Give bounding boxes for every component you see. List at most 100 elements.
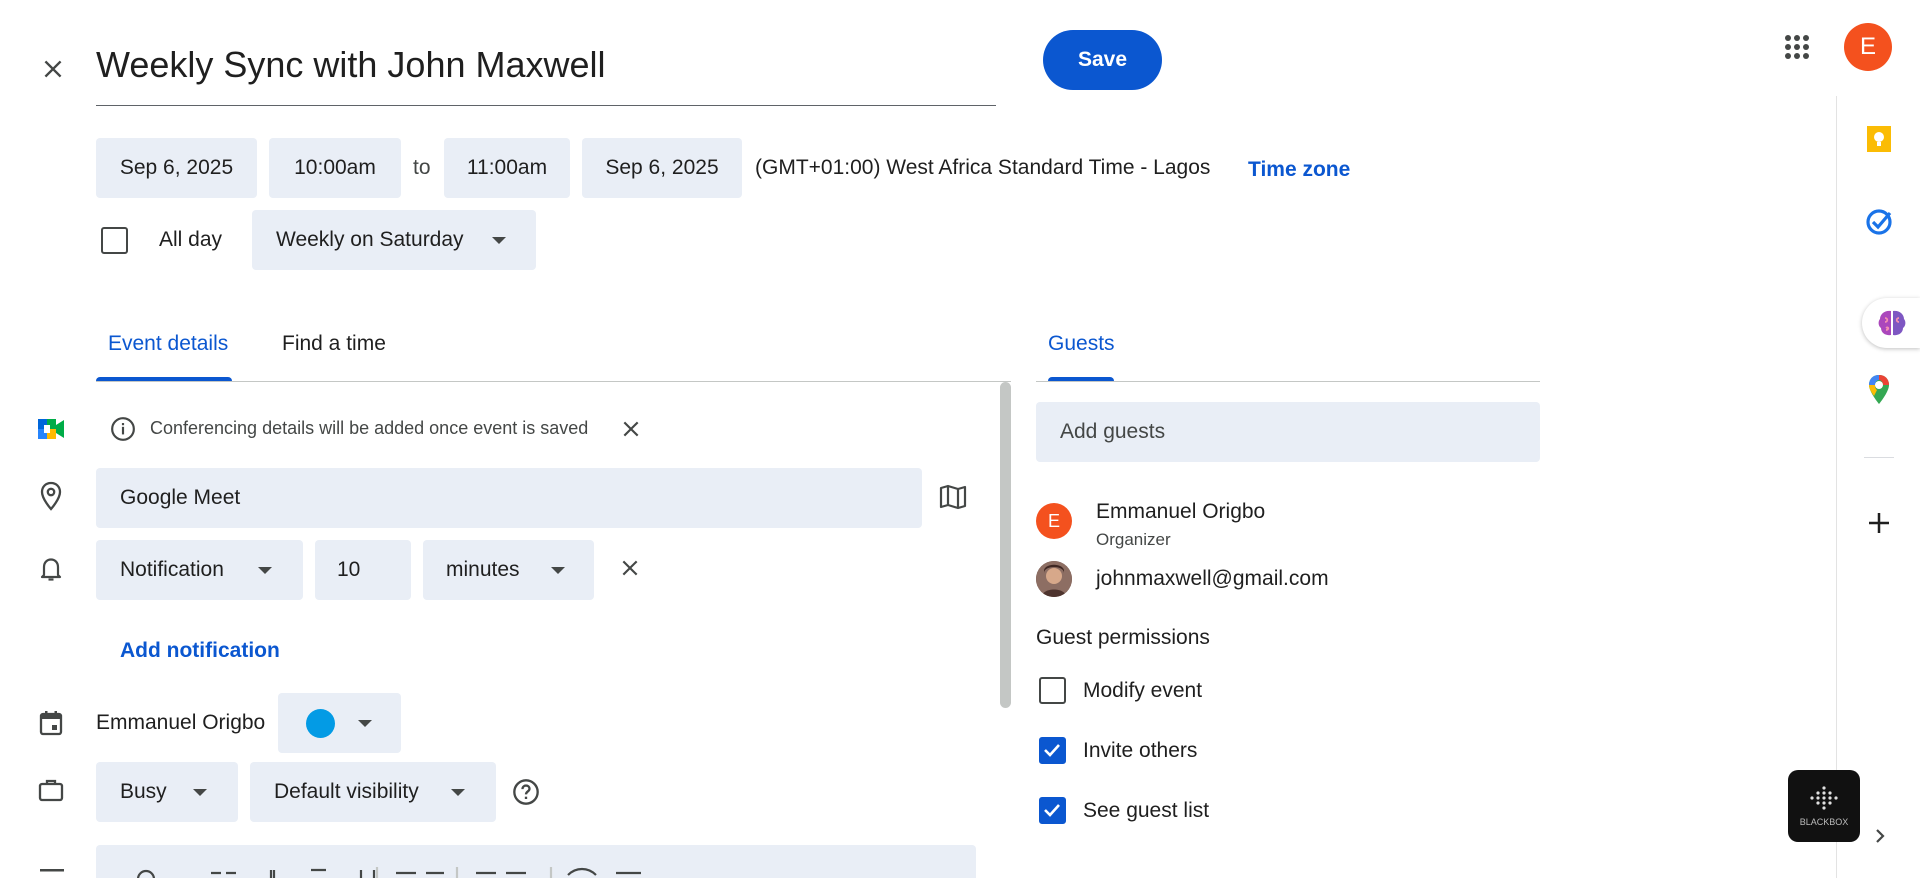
calendar-icon xyxy=(36,708,66,738)
add-guests-input[interactable]: Add guests xyxy=(1036,402,1540,462)
guests-tab-divider xyxy=(1036,381,1540,382)
end-date-text: Sep 6, 2025 xyxy=(605,156,719,179)
tab-find-a-time[interactable]: Find a time xyxy=(282,332,386,356)
location-input[interactable]: Google Meet xyxy=(96,468,922,528)
side-panel-separator xyxy=(1864,457,1894,458)
close-button[interactable] xyxy=(34,50,72,88)
chevron-down-icon xyxy=(492,237,506,244)
event-title-text: Weekly Sync with John Maxwell xyxy=(96,44,606,85)
guest-permissions-title: Guest permissions xyxy=(1036,626,1210,649)
start-date-button[interactable]: Sep 6, 2025 xyxy=(96,138,257,198)
end-time-button[interactable]: 11:00am xyxy=(444,138,570,198)
see-guest-list-checkbox[interactable] xyxy=(1039,797,1066,824)
help-button[interactable] xyxy=(511,777,541,807)
notification-type-text: Notification xyxy=(120,558,224,581)
apps-grid-icon xyxy=(1785,35,1809,59)
timezone-link[interactable]: Time zone xyxy=(1248,158,1350,182)
notification-unit-dropdown[interactable]: minutes xyxy=(423,540,594,600)
side-panel-divider xyxy=(1836,96,1837,878)
close-icon xyxy=(622,560,638,576)
event-color-dropdown[interactable] xyxy=(278,693,401,753)
save-button-label: Save xyxy=(1077,48,1128,71)
location-text: Google Meet xyxy=(120,486,241,509)
event-title-input[interactable]: Weekly Sync with John Maxwell xyxy=(96,40,996,106)
details-scrollbar[interactable] xyxy=(1000,382,1011,708)
notification-value-text: 10 xyxy=(337,558,361,581)
start-time-button[interactable]: 10:00am xyxy=(269,138,401,198)
map-icon xyxy=(939,484,967,510)
chevron-down-icon xyxy=(193,789,207,796)
notification-value-input[interactable]: 10 xyxy=(315,540,411,600)
guest-avatar-letter: E xyxy=(1047,510,1060,531)
start-time-text: 10:00am xyxy=(294,156,376,179)
description-icon xyxy=(38,866,66,878)
recurrence-dropdown[interactable]: Weekly on Saturday xyxy=(252,210,536,270)
maps-icon xyxy=(1869,375,1889,404)
recurrence-text: Weekly on Saturday xyxy=(276,228,464,251)
all-day-checkbox[interactable] xyxy=(101,227,128,254)
conferencing-note: Conferencing details will be added once … xyxy=(150,418,589,438)
maps-button[interactable] xyxy=(1862,372,1896,408)
notification-unit-text: minutes xyxy=(446,558,520,581)
add-notification-link[interactable]: Add notification xyxy=(120,639,280,663)
blackbox-label: BLACKBOX xyxy=(1799,817,1849,827)
event-color-swatch xyxy=(306,709,335,738)
checkmark-icon xyxy=(1044,804,1060,817)
google-meet-icon xyxy=(36,414,66,444)
chevron-down-icon xyxy=(551,567,565,574)
to-label: to xyxy=(413,156,431,179)
tasks-icon xyxy=(1866,209,1892,235)
end-date-button[interactable]: Sep 6, 2025 xyxy=(582,138,742,198)
chevron-right-icon xyxy=(1876,829,1885,843)
chevron-down-icon xyxy=(358,720,372,727)
location-pin-icon xyxy=(36,480,66,512)
add-icon xyxy=(1869,513,1889,533)
modify-event-checkbox[interactable] xyxy=(1039,677,1066,704)
visibility-dropdown[interactable]: Default visibility xyxy=(250,762,496,822)
visibility-text: Default visibility xyxy=(274,780,419,803)
availability-dropdown[interactable]: Busy xyxy=(96,762,238,822)
availability-text: Busy xyxy=(120,780,167,803)
calendar-owner: Emmanuel Origbo xyxy=(96,711,266,734)
guest-role: Organizer xyxy=(1096,530,1171,549)
tab-guests[interactable]: Guests xyxy=(1048,332,1115,356)
notification-type-dropdown[interactable]: Notification xyxy=(96,540,303,600)
tabs-divider xyxy=(96,381,1011,382)
close-icon xyxy=(623,421,639,437)
keep-icon xyxy=(1867,126,1891,152)
map-button[interactable] xyxy=(936,480,970,514)
invite-others-checkbox[interactable] xyxy=(1039,737,1066,764)
save-button[interactable]: Save xyxy=(1043,30,1162,90)
briefcase-icon xyxy=(36,775,66,805)
account-avatar[interactable]: E xyxy=(1844,23,1892,71)
formatting-icons xyxy=(136,867,641,878)
bell-icon xyxy=(36,553,66,585)
guest-name[interactable]: Emmanuel Origbo xyxy=(1096,500,1265,524)
blackbox-widget-button[interactable]: BLACKBOX xyxy=(1788,770,1860,842)
see-guest-list-label: See guest list xyxy=(1083,799,1210,822)
account-avatar-letter: E xyxy=(1859,33,1876,60)
expand-panel-button[interactable] xyxy=(1870,822,1890,850)
guest-email[interactable]: johnmaxwell@gmail.com xyxy=(1096,567,1329,591)
description-toolbar xyxy=(96,845,976,878)
apps-button[interactable] xyxy=(1780,30,1814,64)
chevron-down-icon xyxy=(451,789,465,796)
checkmark-icon xyxy=(1044,744,1060,757)
remove-notification-button[interactable] xyxy=(616,554,644,582)
guest-avatar: E xyxy=(1036,503,1072,539)
keep-button[interactable] xyxy=(1862,122,1896,156)
tasks-button[interactable] xyxy=(1862,205,1896,239)
start-date-text: Sep 6, 2025 xyxy=(119,156,234,179)
add-addon-button[interactable] xyxy=(1864,508,1894,538)
end-time-text: 11:00am xyxy=(466,156,548,179)
tab-event-details[interactable]: Event details xyxy=(108,332,228,356)
invite-others-label: Invite others xyxy=(1083,739,1198,762)
guest-avatar-photo xyxy=(1036,561,1072,597)
brain-extension-icon xyxy=(1878,310,1906,336)
dismiss-conferencing-button[interactable] xyxy=(617,415,645,443)
all-day-label: All day xyxy=(159,228,223,251)
timezone-text: (GMT+01:00) West Africa Standard Time - … xyxy=(755,156,1211,179)
brain-extension-button[interactable] xyxy=(1862,298,1920,348)
blackbox-logo-icon xyxy=(1810,786,1838,810)
info-icon xyxy=(109,415,137,443)
